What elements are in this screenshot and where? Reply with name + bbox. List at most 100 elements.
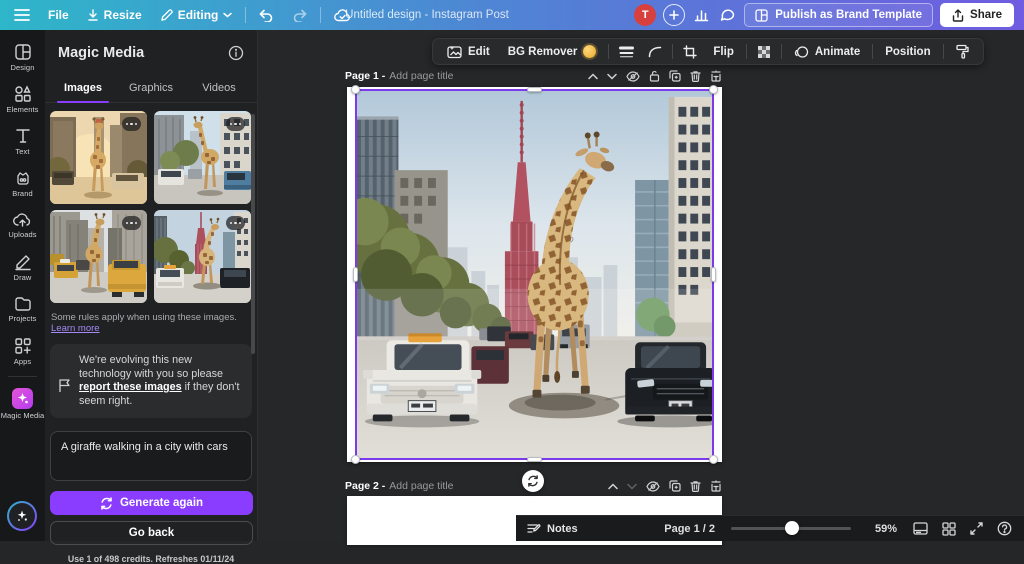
resize-button[interactable]: Resize [78, 0, 151, 30]
move-page-down-icon[interactable] [627, 483, 637, 490]
hide-page-icon[interactable] [646, 481, 660, 492]
page1-title-input[interactable]: Add page title [389, 70, 453, 82]
notes-button[interactable]: Notes [516, 523, 578, 535]
transparency-button[interactable] [751, 38, 777, 65]
canva-assistant-button[interactable] [7, 501, 37, 531]
comments-button[interactable] [718, 0, 737, 30]
prompt-input[interactable]: A giraffe walking in a city with cars [50, 431, 252, 481]
sidebar-item-text[interactable]: Text [0, 120, 45, 162]
generate-again-button[interactable]: Generate again [50, 491, 253, 515]
corner-rounding-button[interactable] [642, 38, 668, 65]
copy-style-button[interactable] [948, 38, 977, 65]
sidebar-item-draw[interactable]: Draw [0, 246, 45, 288]
resize-handle-bottom[interactable] [527, 457, 542, 462]
generated-image-thumbnail-2[interactable] [154, 111, 251, 204]
generated-image-thumbnail-4[interactable] [154, 210, 251, 303]
hide-page-icon[interactable] [626, 71, 640, 82]
help-button[interactable] [997, 521, 1012, 536]
generated-image-thumbnail-3[interactable] [50, 210, 147, 303]
add-page-icon[interactable] [710, 70, 722, 82]
sidebar-item-apps[interactable]: Apps [0, 330, 45, 372]
magic-media-panel: Magic Media Images Graphics Videos [45, 30, 258, 541]
regenerate-image-fab[interactable] [522, 470, 544, 492]
canvas-area: Edit BG Remover Flip [258, 30, 1024, 541]
sidebar-item-projects[interactable]: Projects [0, 288, 45, 330]
sidebar-item-design[interactable]: Design [0, 36, 45, 78]
publish-brand-template-button[interactable]: Publish as Brand Template [744, 3, 933, 27]
page1-name: Page 1 - [345, 70, 385, 82]
zoom-slider[interactable] [731, 527, 851, 530]
insights-button[interactable] [692, 0, 711, 30]
thumbnail-options-button[interactable] [226, 117, 245, 131]
duplicate-page-icon[interactable] [669, 480, 681, 492]
lock-page-icon[interactable] [649, 70, 660, 82]
grid-view-button[interactable] [942, 522, 956, 536]
redo-icon [292, 9, 307, 22]
resize-handle-right[interactable] [711, 267, 716, 282]
move-page-up-icon[interactable] [588, 73, 598, 80]
crop-button[interactable] [677, 38, 703, 65]
bottom-status-bar: Notes Page 1 / 2 59% [516, 515, 1024, 541]
fullscreen-button[interactable] [970, 522, 983, 535]
chevron-down-icon [223, 12, 232, 18]
transparency-checkerboard-icon [757, 45, 771, 59]
resize-handle-bottom-left[interactable] [351, 455, 360, 464]
template-icon [755, 9, 768, 22]
delete-page-icon[interactable] [690, 70, 701, 82]
pages-view-button[interactable] [913, 522, 928, 535]
add-page-icon[interactable] [710, 480, 722, 492]
learn-more-link[interactable]: Learn more [51, 323, 100, 334]
info-icon[interactable] [228, 45, 244, 61]
sidebar-item-brand[interactable]: Brand [0, 162, 45, 204]
resize-handle-top-left[interactable] [351, 85, 360, 94]
selected-giraffe-image[interactable] [355, 89, 714, 460]
avatar[interactable]: T [634, 4, 656, 26]
bg-remover-button[interactable]: BG Remover [500, 38, 605, 65]
tab-images[interactable]: Images [49, 73, 117, 102]
sidebar-item-uploads[interactable]: Uploads [0, 204, 45, 246]
move-page-down-icon[interactable] [607, 73, 617, 80]
page1-canvas[interactable] [347, 87, 722, 462]
move-page-up-icon[interactable] [608, 483, 618, 490]
divider [8, 376, 37, 377]
thumbnail-options-button[interactable] [226, 216, 245, 230]
main-menu-button[interactable] [0, 0, 39, 30]
tab-graphics[interactable]: Graphics [117, 73, 185, 102]
flip-button[interactable]: Flip [705, 38, 741, 65]
redo-button[interactable] [283, 0, 316, 30]
resize-handle-top[interactable] [527, 87, 542, 92]
undo-button[interactable] [250, 0, 283, 30]
panel-scrollbar[interactable] [251, 114, 255, 354]
delete-page-icon[interactable] [690, 480, 701, 492]
tab-videos[interactable]: Videos [185, 73, 253, 102]
comment-icon [720, 8, 735, 22]
thumbnail-options-button[interactable] [122, 117, 141, 131]
editing-mode-dropdown[interactable]: Editing [151, 0, 242, 30]
report-images-link[interactable]: report these images [79, 381, 182, 393]
position-button[interactable]: Position [877, 38, 938, 65]
uploads-cloud-icon [13, 212, 32, 228]
border-style-button[interactable] [613, 38, 640, 65]
zoom-slider-thumb[interactable] [785, 521, 799, 535]
cloud-save-status[interactable] [325, 0, 360, 30]
resize-handle-bottom-right[interactable] [709, 455, 718, 464]
share-button[interactable]: Share [940, 3, 1014, 27]
animate-icon [794, 45, 809, 59]
corner-arc-icon [648, 46, 662, 58]
go-back-button[interactable]: Go back [50, 521, 253, 545]
generated-image-thumbnail-1[interactable] [50, 111, 147, 204]
zoom-level: 59% [867, 523, 897, 535]
sidebar-item-magic-media[interactable]: Magic Media [0, 381, 45, 427]
usage-rules-text: Some rules apply when using these images… [45, 303, 257, 334]
pencil-icon [160, 9, 173, 22]
edit-image-button[interactable]: Edit [439, 38, 498, 65]
sidebar-item-elements[interactable]: Elements [0, 78, 45, 120]
resize-handle-top-right[interactable] [709, 85, 718, 94]
page2-title-input[interactable]: Add page title [389, 480, 453, 492]
animate-button[interactable]: Animate [786, 38, 868, 65]
resize-handle-left[interactable] [353, 267, 358, 282]
file-menu[interactable]: File [39, 0, 78, 30]
add-member-button[interactable] [663, 4, 685, 26]
thumbnail-options-button[interactable] [122, 216, 141, 230]
duplicate-page-icon[interactable] [669, 70, 681, 82]
